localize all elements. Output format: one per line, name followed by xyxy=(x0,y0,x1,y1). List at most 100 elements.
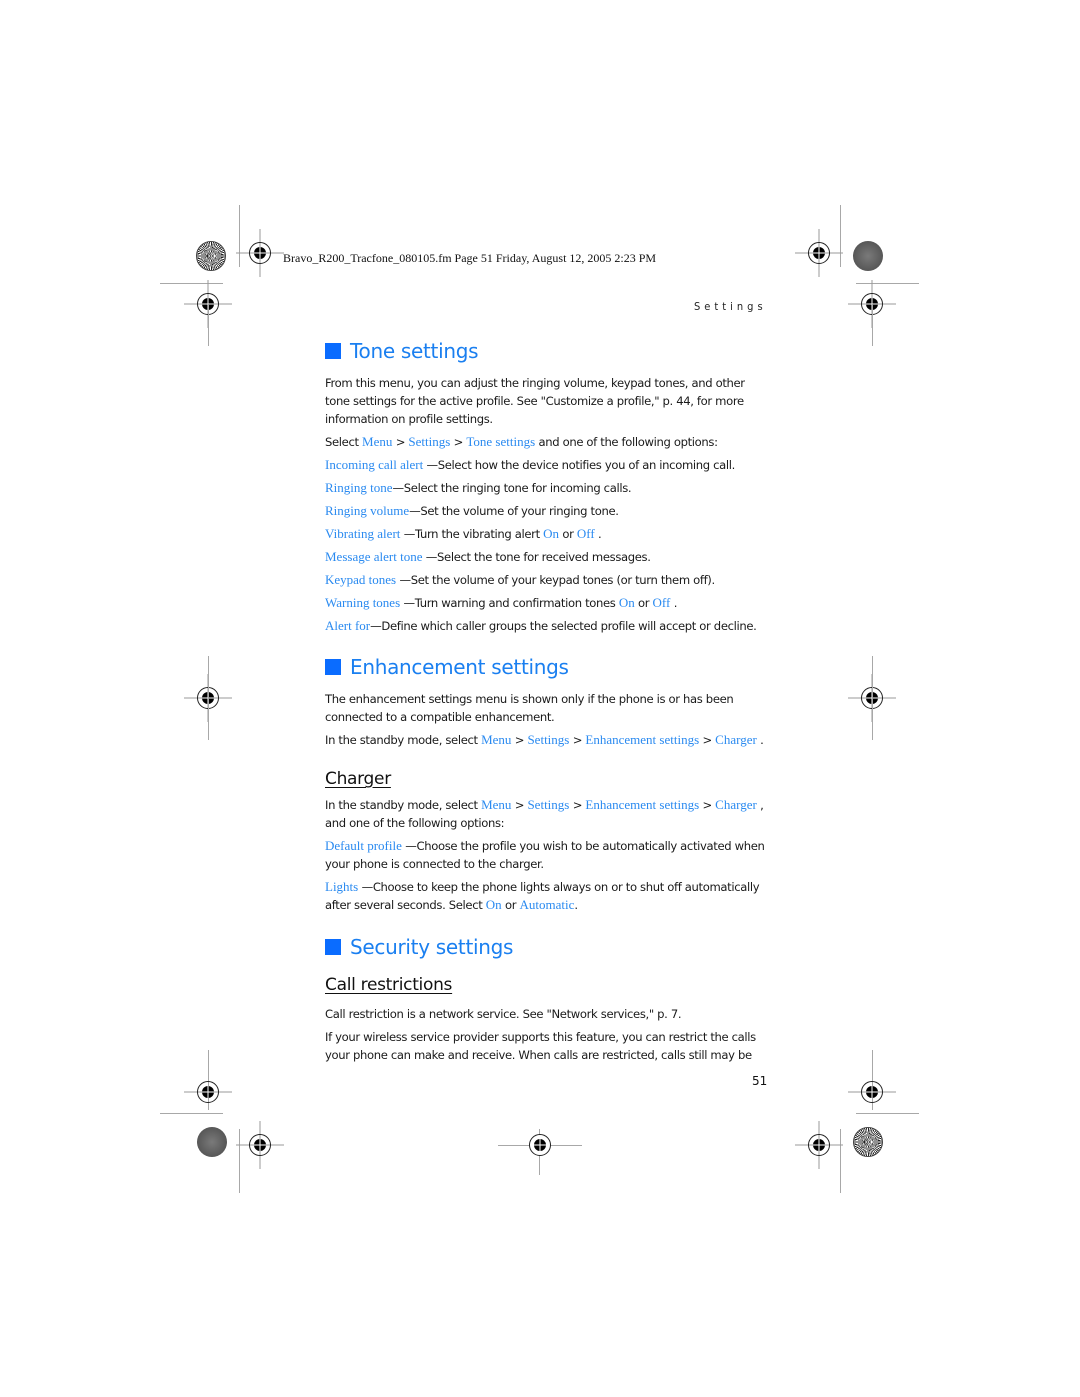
menu-path-item: Settings xyxy=(408,434,451,449)
menu-path-item: Charger xyxy=(715,732,757,747)
registration-mark-icon xyxy=(795,229,843,277)
option-term: Incoming call alert xyxy=(325,457,424,472)
value-off: Off xyxy=(576,526,595,541)
option-term: Alert for xyxy=(325,618,371,633)
color-target-gray-bottom-left xyxy=(197,1127,227,1157)
text: or xyxy=(634,596,653,610)
menu-path-item: Menu xyxy=(362,434,393,449)
crop-mark-horizontal xyxy=(160,1113,223,1114)
path-separator: > xyxy=(569,733,586,747)
option-term: Ringing volume xyxy=(325,503,410,518)
menu-path-item: Enhancement settings xyxy=(585,732,700,747)
crop-mark-vertical xyxy=(208,656,209,740)
option-desc: —Define which caller groups the selected… xyxy=(370,619,757,633)
menu-path-item: Enhancement settings xyxy=(585,797,700,812)
path-separator: > xyxy=(392,435,409,449)
running-head: Settings xyxy=(694,300,767,313)
enhancement-intro-paragraph: The enhancement settings menu is shown o… xyxy=(325,692,734,724)
registration-mark-icon xyxy=(184,1081,232,1103)
text: and one of the following options: xyxy=(535,435,718,449)
section-heading-security-settings: Security settings xyxy=(325,934,770,960)
crop-mark-vertical xyxy=(872,304,873,346)
page-number: 51 xyxy=(752,1074,768,1088)
path-separator: > xyxy=(511,733,528,747)
text: In the standby mode, select xyxy=(325,798,482,812)
menu-path-item: Menu xyxy=(481,797,512,812)
crop-mark-vertical xyxy=(208,304,209,346)
heading-text: Tone settings xyxy=(350,339,479,363)
value-on: On xyxy=(543,526,560,541)
option-item: Lights —Choose to keep the phone lights … xyxy=(325,878,770,914)
subsection-heading-charger: Charger xyxy=(325,769,391,789)
option-term: Message alert tone xyxy=(325,549,423,564)
path-separator: > xyxy=(699,798,716,812)
text: or xyxy=(559,527,577,541)
option-term: Lights xyxy=(325,879,359,894)
call-restrictions-paragraph-2: If your wireless service provider suppor… xyxy=(325,1030,756,1062)
registration-mark-icon xyxy=(529,1134,551,1156)
square-bullet-icon xyxy=(325,343,341,359)
charger-select-path: In the standby mode, select Menu > Setti… xyxy=(325,796,770,832)
option-desc: —Turn the vibrating alert xyxy=(400,527,544,541)
option-term: Vibrating alert xyxy=(325,526,401,541)
text: . xyxy=(756,733,764,747)
registration-mark-icon xyxy=(236,1121,284,1169)
option-term: Ringing tone xyxy=(325,480,393,495)
call-restrictions-paragraph-1: Call restriction is a network service. S… xyxy=(325,1007,682,1021)
value-off: Off xyxy=(652,595,671,610)
text: Select xyxy=(325,435,363,449)
enhancement-select-path: In the standby mode, select Menu > Setti… xyxy=(325,731,770,749)
text: or xyxy=(501,898,520,912)
text: . xyxy=(670,596,678,610)
path-separator: > xyxy=(699,733,716,747)
menu-path-item: Tone settings xyxy=(466,434,536,449)
menu-path-item: Settings xyxy=(527,732,570,747)
option-item: Vibrating alert —Turn the vibrating aler… xyxy=(325,525,770,543)
option-desc: —Select the ringing tone for incoming ca… xyxy=(392,481,632,495)
menu-path-item: Settings xyxy=(527,797,570,812)
option-item: Ringing volume—Set the volume of your ri… xyxy=(325,502,770,520)
option-desc: —Set the volume of your keypad tones (or… xyxy=(396,573,715,587)
option-term: Keypad tones xyxy=(325,572,397,587)
tone-intro-paragraph: From this menu, you can adjust the ringi… xyxy=(325,376,745,426)
option-item: Incoming call alert —Select how the devi… xyxy=(325,456,770,474)
path-separator: > xyxy=(569,798,586,812)
registration-mark-icon xyxy=(236,229,284,277)
option-item: Message alert tone —Select the tone for … xyxy=(325,548,770,566)
path-separator: > xyxy=(511,798,528,812)
section-heading-tone-settings: Tone settings xyxy=(325,338,770,364)
heading-text: Security settings xyxy=(350,935,514,959)
crop-mark-vertical xyxy=(872,656,873,740)
option-desc: —Select how the device notifies you of a… xyxy=(423,458,736,472)
value-on: On xyxy=(485,897,502,912)
option-term: Default profile xyxy=(325,838,402,853)
subsection-heading-call-restrictions: Call restrictions xyxy=(325,975,453,995)
option-item: Warning tones —Turn warning and confirma… xyxy=(325,594,770,612)
file-slug-line: Bravo_R200_Tracfone_080105.fm Page 51 Fr… xyxy=(283,251,657,265)
crop-mark-horizontal xyxy=(856,1113,919,1114)
menu-path-item: Charger xyxy=(715,797,757,812)
color-target-gray-top-right xyxy=(853,241,883,271)
option-term: Warning tones xyxy=(325,595,401,610)
color-target-radial-bottom-right xyxy=(853,1127,883,1157)
value-automatic: Automatic xyxy=(519,897,575,912)
tone-select-path: Select Menu > Settings > Tone settings a… xyxy=(325,433,770,451)
section-heading-enhancement-settings: Enhancement settings xyxy=(325,654,770,680)
option-desc: —Turn warning and confirmation tones xyxy=(400,596,619,610)
option-desc: —Set the volume of your ringing tone. xyxy=(409,504,619,518)
text: . xyxy=(574,898,578,912)
option-item: Default profile —Choose the profile you … xyxy=(325,837,770,873)
path-separator: > xyxy=(450,435,467,449)
square-bullet-icon xyxy=(325,939,341,955)
option-item: Alert for—Define which caller groups the… xyxy=(325,617,770,635)
option-item: Keypad tones —Set the volume of your key… xyxy=(325,571,770,589)
registration-mark-icon xyxy=(795,1121,843,1169)
value-on: On xyxy=(618,595,635,610)
color-target-radial-top-left xyxy=(196,241,226,271)
square-bullet-icon xyxy=(325,659,341,675)
menu-path-item: Menu xyxy=(481,732,512,747)
text: In the standby mode, select xyxy=(325,733,482,747)
heading-text: Enhancement settings xyxy=(350,655,569,679)
page-content: Tone settings From this menu, you can ad… xyxy=(325,338,770,1064)
text: . xyxy=(594,527,602,541)
